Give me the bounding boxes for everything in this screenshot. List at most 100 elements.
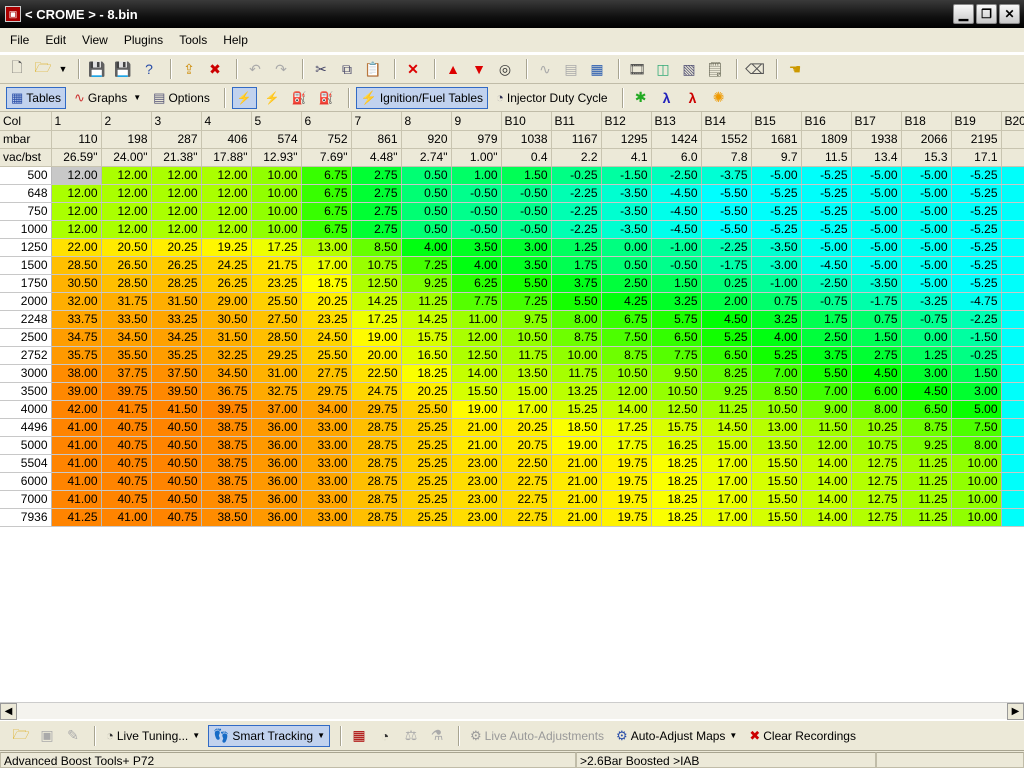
- table-cell[interactable]: 25.50: [401, 400, 452, 419]
- table-cell[interactable]: 22.75: [501, 472, 552, 491]
- dropdown-arrow-icon[interactable]: ▼: [58, 58, 68, 80]
- table-cell[interactable]: 15.00: [701, 436, 752, 455]
- table-cell[interactable]: 29.00: [201, 292, 252, 311]
- table-cell[interactable]: -5.00: [851, 184, 902, 203]
- table-cell[interactable]: -4.50: [651, 220, 702, 239]
- table-cell[interactable]: 7.75: [651, 346, 702, 365]
- table-cell[interactable]: 2.75: [351, 166, 402, 185]
- table-cell[interactable]: 24.25: [201, 256, 252, 275]
- table-cell[interactable]: 0.25: [701, 274, 752, 293]
- table-cell[interactable]: 2.75: [351, 184, 402, 203]
- interpolate-icon[interactable]: ▤: [560, 58, 582, 80]
- table-cell[interactable]: 9.25: [701, 382, 752, 401]
- table-cell[interactable]: 38.75: [201, 472, 252, 491]
- live-auto-adjustments-button[interactable]: ⚙ Live Auto-Adjustments: [466, 725, 608, 747]
- table-cell[interactable]: -4.50: [801, 256, 852, 275]
- table-cell[interactable]: 38.50: [201, 508, 252, 527]
- table-cell[interactable]: 6.50: [901, 400, 952, 419]
- table-cell[interactable]: 17.00: [701, 508, 752, 527]
- table-cell[interactable]: 25.25: [401, 418, 452, 437]
- table-cell[interactable]: 17.00: [701, 472, 752, 491]
- table-cell[interactable]: 6.75: [301, 166, 352, 185]
- table-cell[interactable]: 11.75: [501, 346, 552, 365]
- table-cell[interactable]: 5.75: [651, 310, 702, 329]
- flask-icon[interactable]: ⚗: [426, 725, 448, 747]
- table-cell[interactable]: 28.75: [351, 418, 402, 437]
- table-cell[interactable]: 3.75: [551, 274, 602, 293]
- table-cell[interactable]: 12.00: [151, 202, 202, 221]
- table-cell[interactable]: 1.50: [851, 328, 902, 347]
- table-cell[interactable]: -: [1001, 400, 1024, 419]
- table-cell[interactable]: 22.50: [501, 454, 552, 473]
- table-cell[interactable]: 8.00: [551, 310, 602, 329]
- table-cell[interactable]: 15.25: [551, 400, 602, 419]
- table-cell[interactable]: -: [1001, 472, 1024, 491]
- table-cell[interactable]: 41.00: [51, 418, 102, 437]
- film-icon[interactable]: 🎞: [626, 58, 648, 80]
- dropdown-arrow-icon[interactable]: ▼: [192, 731, 200, 740]
- table-cell[interactable]: 36.00: [251, 508, 302, 527]
- table-cell[interactable]: -: [1001, 292, 1024, 311]
- save-help-icon[interactable]: ?: [138, 58, 160, 80]
- dropdown-arrow-icon[interactable]: ▼: [133, 93, 141, 102]
- table-cell[interactable]: 36.00: [251, 472, 302, 491]
- table-cell[interactable]: 10.00: [251, 184, 302, 203]
- table-cell[interactable]: 9.75: [501, 310, 552, 329]
- table-cell[interactable]: 12.00: [51, 202, 102, 221]
- new-file-icon[interactable]: 🗋: [6, 58, 28, 80]
- table-cell[interactable]: 12.00: [151, 166, 202, 185]
- table-cell[interactable]: 12.00: [151, 184, 202, 203]
- table-cell[interactable]: 12.00: [451, 328, 502, 347]
- table-cell[interactable]: 17.75: [601, 436, 652, 455]
- table-cell[interactable]: 7.00: [801, 382, 852, 401]
- table-cell[interactable]: 6.75: [601, 310, 652, 329]
- table-cell[interactable]: 9.25: [901, 436, 952, 455]
- table-cell[interactable]: 3.25: [651, 292, 702, 311]
- table-cell[interactable]: -3.50: [601, 202, 652, 221]
- table-cell[interactable]: -5.25: [951, 202, 1002, 221]
- table-cell[interactable]: 4.00: [751, 328, 802, 347]
- gauge-icon[interactable]: ◔: [374, 725, 396, 747]
- table-cell[interactable]: 2.75: [351, 220, 402, 239]
- table-cell[interactable]: -: [1001, 490, 1024, 509]
- table-cell[interactable]: -5.00: [901, 256, 952, 275]
- table-cell[interactable]: 20.25: [501, 418, 552, 437]
- table-cell[interactable]: 12.50: [351, 274, 402, 293]
- menu-plugins[interactable]: Plugins: [116, 33, 171, 47]
- table-cell[interactable]: -3.25: [901, 292, 952, 311]
- table-cell[interactable]: -2.50: [801, 274, 852, 293]
- sun-icon[interactable]: ✺: [708, 87, 730, 109]
- table-cell[interactable]: 19.75: [601, 508, 652, 527]
- table-cell[interactable]: -1.75: [701, 256, 752, 275]
- table-cell[interactable]: 31.50: [201, 328, 252, 347]
- table-cell[interactable]: 0.50: [401, 184, 452, 203]
- table-cell[interactable]: 21.00: [551, 508, 602, 527]
- table-cell[interactable]: 33.00: [301, 454, 352, 473]
- table-cell[interactable]: 28.75: [351, 436, 402, 455]
- table-cell[interactable]: 38.75: [201, 436, 252, 455]
- save-log-icon[interactable]: ▣: [36, 725, 58, 747]
- table-cell[interactable]: 28.75: [351, 472, 402, 491]
- table-cell[interactable]: 40.75: [101, 472, 152, 491]
- eraser-icon[interactable]: ⌫: [744, 58, 766, 80]
- table-cell[interactable]: 18.50: [551, 418, 602, 437]
- table-cell[interactable]: 5.50: [501, 274, 552, 293]
- table-cell[interactable]: 7.50: [601, 328, 652, 347]
- table-cell[interactable]: -5.50: [701, 184, 752, 203]
- table-cell[interactable]: 0.00: [901, 328, 952, 347]
- table-cell[interactable]: 40.75: [151, 508, 202, 527]
- table-cell[interactable]: 35.75: [51, 346, 102, 365]
- horizontal-scrollbar[interactable]: ◀ ▶: [0, 702, 1024, 720]
- table-cell[interactable]: 21.00: [551, 490, 602, 509]
- table-cell[interactable]: 15.50: [751, 472, 802, 491]
- edit-log-icon[interactable]: ✎: [62, 725, 84, 747]
- table-cell[interactable]: -5.00: [901, 274, 952, 293]
- table-cell[interactable]: 12.00: [101, 220, 152, 239]
- table-cell[interactable]: 6.75: [301, 220, 352, 239]
- table-cell[interactable]: 32.00: [51, 292, 102, 311]
- table-cell[interactable]: 27.75: [301, 364, 352, 383]
- table-cell[interactable]: 41.50: [151, 400, 202, 419]
- table-cell[interactable]: -5.00: [901, 184, 952, 203]
- table-cell[interactable]: 6.75: [301, 202, 352, 221]
- table-cell[interactable]: 21.75: [251, 256, 302, 275]
